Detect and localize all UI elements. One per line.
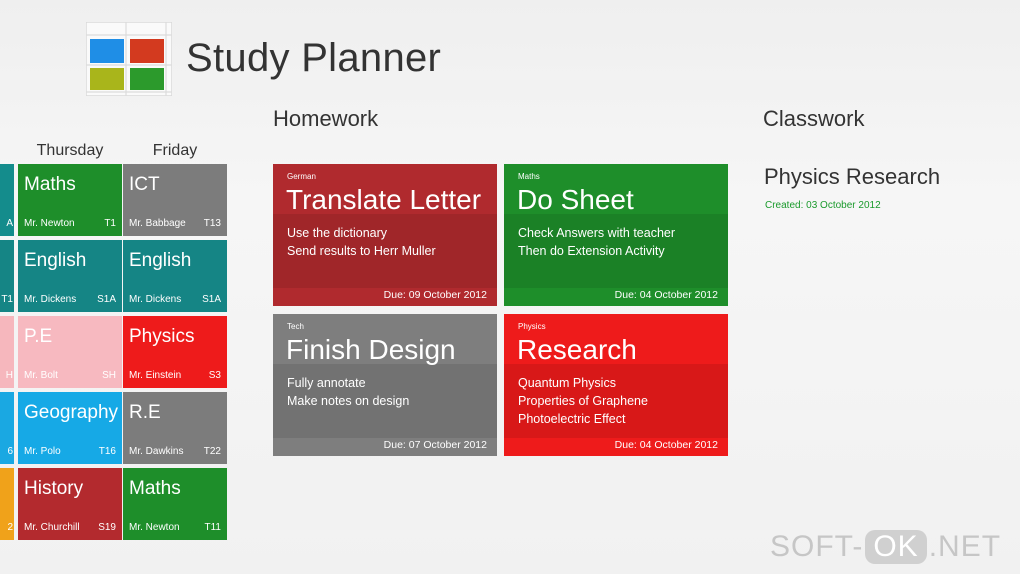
- homework-due-date: Due: 04 October 2012: [614, 439, 718, 451]
- homework-note: Send results to Herr Muller: [287, 244, 436, 258]
- room-label: S19: [98, 522, 116, 533]
- timetable-cell-partial[interactable]: H: [0, 316, 14, 388]
- homework-notes: Fully annotate Make notes on design: [287, 374, 409, 410]
- watermark-left: SOFT-: [770, 530, 864, 563]
- homework-tile-research[interactable]: Physics Research Quantum Physics Propert…: [504, 314, 728, 456]
- homework-due-date: Due: 09 October 2012: [383, 289, 487, 301]
- room-label: H: [5, 370, 13, 381]
- homework-category: Tech: [287, 322, 304, 331]
- room-label: T1: [1, 294, 13, 305]
- timetable-cell[interactable]: Geography Mr. Polo T16: [18, 392, 122, 464]
- room-label: S3: [208, 370, 221, 381]
- watermark-ok: OK: [865, 530, 927, 564]
- subject-label: R.E: [129, 402, 161, 423]
- homework-title: Research: [517, 334, 637, 365]
- classwork-item-title[interactable]: Physics Research: [764, 164, 940, 190]
- room-label: 2: [7, 522, 13, 533]
- timetable-cell-partial[interactable]: A: [0, 164, 14, 236]
- timetable-cell[interactable]: English Mr. Dickens S1A: [18, 240, 122, 312]
- subject-label: P.E: [24, 326, 53, 347]
- room-label: T16: [98, 446, 116, 457]
- timetable-cell-partial[interactable]: T1: [0, 240, 14, 312]
- subject-label: ICT: [129, 174, 160, 195]
- timetable-cell[interactable]: P.E Mr. Bolt SH: [18, 316, 122, 388]
- room-label: A: [6, 218, 13, 229]
- timetable-cell-partial[interactable]: 2: [0, 468, 14, 540]
- app-title: Study Planner: [186, 36, 442, 80]
- homework-category: German: [287, 172, 316, 181]
- room-label: S1A: [97, 294, 116, 305]
- subject-label: Maths: [24, 174, 76, 195]
- teacher-label: Mr. Polo: [24, 446, 61, 457]
- room-label: T1: [104, 218, 116, 229]
- homework-note: Fully annotate: [287, 376, 366, 390]
- homework-notes: Check Answers with teacher Then do Exten…: [518, 224, 675, 260]
- homework-note: Then do Extension Activity: [518, 244, 665, 258]
- teacher-label: Mr. Bolt: [24, 370, 58, 381]
- watermark: SOFT- OK .NET: [770, 530, 1001, 564]
- homework-category: Physics: [518, 322, 546, 331]
- subject-label: Maths: [129, 478, 181, 499]
- watermark-right: .NET: [928, 530, 1002, 563]
- homework-tile-do-sheet[interactable]: Maths Do Sheet Check Answers with teache…: [504, 164, 728, 306]
- homework-category: Maths: [518, 172, 540, 181]
- classwork-heading: Classwork: [763, 106, 865, 131]
- timetable-cell[interactable]: English Mr. Dickens S1A: [123, 240, 227, 312]
- homework-title: Finish Design: [286, 334, 456, 365]
- teacher-label: Mr. Dickens: [129, 294, 182, 305]
- teacher-label: Mr. Babbage: [129, 218, 186, 229]
- homework-notes: Quantum Physics Properties of Graphene P…: [518, 374, 648, 428]
- app-logo-icon: [86, 22, 172, 96]
- subject-label: English: [24, 250, 87, 271]
- homework-tile-finish-design[interactable]: Tech Finish Design Fully annotate Make n…: [273, 314, 497, 456]
- timetable-cell[interactable]: Physics Mr. Einstein S3: [123, 316, 227, 388]
- homework-note: Use the dictionary: [287, 226, 388, 240]
- homework-due-date: Due: 04 October 2012: [614, 289, 718, 301]
- teacher-label: Mr. Churchill: [24, 522, 80, 533]
- subject-label: History: [24, 478, 84, 499]
- timetable-column-previous: A T1 H 6 2: [0, 164, 14, 544]
- homework-note: Photoelectric Effect: [518, 412, 626, 426]
- teacher-label: Mr. Dawkins: [129, 446, 184, 457]
- room-label: T11: [204, 522, 222, 533]
- timetable-column-friday: ICT Mr. Babbage T13 English Mr. Dickens …: [123, 164, 227, 544]
- room-label: SH: [102, 370, 116, 381]
- homework-note: Make notes on design: [287, 394, 410, 408]
- classwork-created-date: Created: 03 October 2012: [765, 200, 881, 211]
- timetable-cell[interactable]: History Mr. Churchill S19: [18, 468, 122, 540]
- homework-note: Quantum Physics: [518, 376, 616, 390]
- homework-tile-translate-letter[interactable]: German Translate Letter Use the dictiona…: [273, 164, 497, 306]
- homework-note: Check Answers with teacher: [518, 226, 676, 240]
- teacher-label: Mr. Einstein: [129, 370, 182, 381]
- subject-label: English: [129, 250, 192, 271]
- homework-note: Properties of Graphene: [518, 394, 648, 408]
- timetable-cell[interactable]: ICT Mr. Babbage T13: [123, 164, 227, 236]
- homework-heading: Homework: [273, 106, 379, 131]
- teacher-label: Mr. Newton: [24, 218, 75, 229]
- room-label: 6: [7, 446, 13, 457]
- timetable-cell[interactable]: Maths Mr. Newton T11: [123, 468, 227, 540]
- room-label: T13: [203, 218, 221, 229]
- room-label: S1A: [202, 294, 221, 305]
- timetable-cell[interactable]: Maths Mr. Newton T1: [18, 164, 122, 236]
- homework-notes: Use the dictionary Send results to Herr …: [287, 224, 436, 260]
- homework-title: Translate Letter: [286, 184, 482, 215]
- day-header-friday: Friday: [152, 142, 198, 159]
- day-header-thursday: Thursday: [36, 142, 104, 159]
- subject-label: Geography: [24, 402, 119, 423]
- teacher-label: Mr. Newton: [129, 522, 180, 533]
- teacher-label: Mr. Dickens: [24, 294, 77, 305]
- subject-label: Physics: [129, 326, 195, 347]
- homework-title: Do Sheet: [517, 184, 634, 215]
- room-label: T22: [203, 446, 221, 457]
- timetable-column-thursday: Maths Mr. Newton T1 English Mr. Dickens …: [18, 164, 122, 544]
- homework-due-date: Due: 07 October 2012: [383, 439, 487, 451]
- timetable-cell[interactable]: R.E Mr. Dawkins T22: [123, 392, 227, 464]
- timetable-cell-partial[interactable]: 6: [0, 392, 14, 464]
